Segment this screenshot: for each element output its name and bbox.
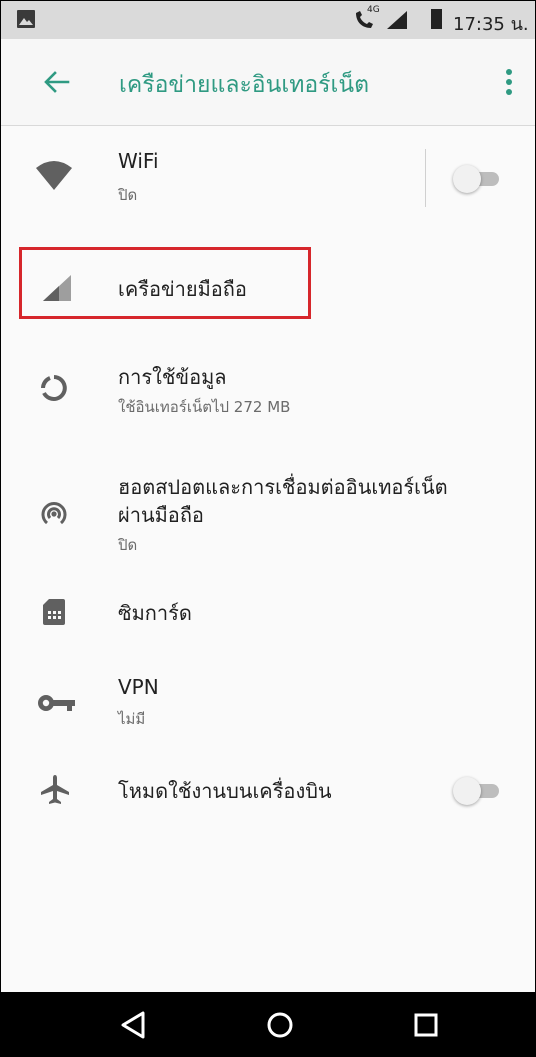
- battery-icon: [431, 9, 442, 29]
- wifi-divider: [425, 149, 426, 207]
- setting-airplane-mode[interactable]: โหมดใช้งานบนเครื่องบิน: [1, 749, 535, 833]
- airplane-icon: [41, 775, 69, 804]
- data-usage-status: ใช้อินเทอร์เน็ตไป 272 MB: [118, 398, 291, 416]
- setting-data-usage[interactable]: การใช้ข้อมูล ใช้อินเทอร์เน็ตไป 272 MB: [1, 341, 535, 451]
- status-bar: 4G 17:35 น.: [1, 1, 535, 39]
- mobile-network-highlight: [19, 247, 311, 319]
- airplane-toggle-thumb: [453, 777, 481, 805]
- hotspot-icon: [41, 502, 67, 525]
- wifi-status: ปิด: [118, 186, 138, 204]
- navigation-bar: [1, 992, 535, 1056]
- airplane-mode-toggle[interactable]: [453, 777, 501, 805]
- vpn-title: VPN: [118, 675, 159, 699]
- signal-icon: [387, 11, 407, 29]
- wifi-toggle-thumb: [453, 165, 481, 193]
- vpn-key-icon: [38, 695, 75, 711]
- nav-back-icon[interactable]: [116, 1008, 150, 1042]
- screen: 4G 17:35 น. เครือข่ายและอินเทอร์เน็ต WiF…: [0, 0, 536, 1057]
- app-bar: เครือข่ายและอินเทอร์เน็ต: [1, 39, 535, 126]
- setting-vpn[interactable]: VPN ไม่มี: [1, 657, 535, 743]
- wifi-icon: [36, 161, 72, 190]
- hotspot-title-line2: ผ่านมือถือ: [118, 503, 204, 527]
- data-usage-title: การใช้ข้อมูล: [118, 365, 227, 389]
- setting-wifi[interactable]: WiFi ปิด: [1, 125, 535, 237]
- sim-cards-title: ซิมการ์ด: [118, 601, 192, 625]
- more-vert-icon[interactable]: [501, 66, 517, 98]
- setting-hotspot[interactable]: ฮอตสปอตและการเชื่อมต่ออินเทอร์เน็ต ผ่านม…: [1, 459, 535, 571]
- nav-home-icon[interactable]: [263, 1008, 297, 1042]
- network-type-label: 4G: [367, 5, 380, 15]
- page-title: เครือข่ายและอินเทอร์เน็ต: [119, 72, 370, 98]
- airplane-mode-title: โหมดใช้งานบนเครื่องบิน: [118, 779, 332, 803]
- wifi-toggle[interactable]: [453, 165, 501, 193]
- vpn-status: ไม่มี: [118, 710, 146, 728]
- nav-recents-icon[interactable]: [409, 1008, 443, 1042]
- back-arrow-icon[interactable]: [41, 67, 71, 97]
- gallery-icon: [17, 10, 35, 28]
- hotspot-status: ปิด: [118, 536, 138, 554]
- wifi-title: WiFi: [118, 149, 159, 173]
- data-usage-icon: [41, 375, 67, 401]
- setting-sim-cards[interactable]: ซิมการ์ด: [1, 573, 535, 653]
- sim-card-icon: [43, 599, 65, 625]
- status-time: 17:35 น.: [453, 14, 529, 35]
